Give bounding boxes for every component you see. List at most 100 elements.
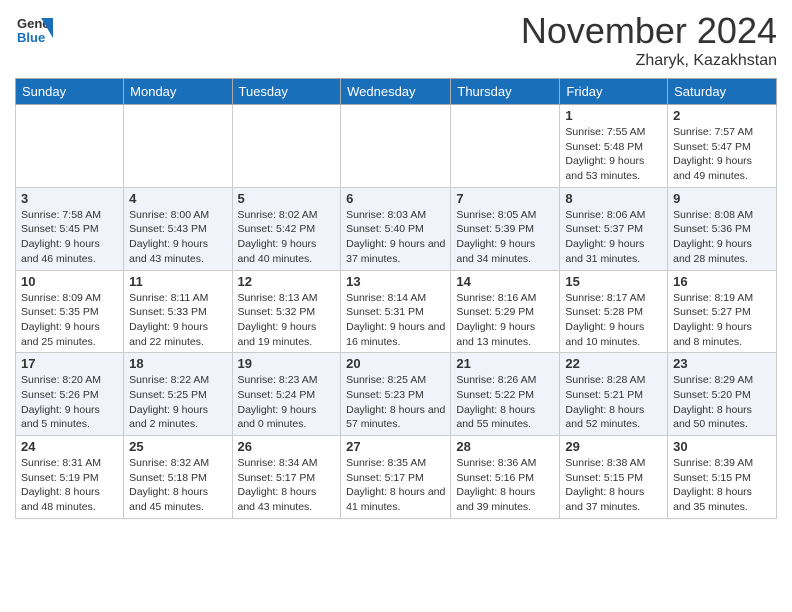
- table-row: [16, 105, 124, 188]
- day-info: Sunrise: 8:23 AM Sunset: 5:24 PM Dayligh…: [238, 373, 336, 432]
- calendar-week-row: 10 Sunrise: 8:09 AM Sunset: 5:35 PM Dayli…: [16, 270, 777, 353]
- table-row: 13 Sunrise: 8:14 AM Sunset: 5:31 PM Dayli…: [341, 270, 451, 353]
- calendar-week-row: 24 Sunrise: 8:31 AM Sunset: 5:19 PM Dayli…: [16, 436, 777, 519]
- table-row: 6Sunrise: 8:03 AM Sunset: 5:40 PM Daylig…: [341, 187, 451, 270]
- day-info: Sunrise: 8:31 AM Sunset: 5:19 PM Dayligh…: [21, 456, 118, 515]
- calendar-week-row: 3 Sunrise: 7:58 AM Sunset: 5:45 PM Daylig…: [16, 187, 777, 270]
- day-info: Sunrise: 8:11 AM Sunset: 5:33 PM Dayligh…: [129, 291, 226, 350]
- svg-text:Blue: Blue: [17, 30, 45, 45]
- table-row: 3 Sunrise: 7:58 AM Sunset: 5:45 PM Daylig…: [16, 187, 124, 270]
- day-number: 14: [456, 274, 554, 289]
- calendar-week-row: 1Sunrise: 7:55 AM Sunset: 5:48 PM Daylig…: [16, 105, 777, 188]
- day-info: Sunrise: 8:02 AM Sunset: 5:42 PM Dayligh…: [238, 208, 336, 267]
- table-row: [451, 105, 560, 188]
- day-info: Sunrise: 8:29 AM Sunset: 5:20 PM Dayligh…: [673, 373, 771, 432]
- table-row: 26Sunrise: 8:34 AM Sunset: 5:17 PM Dayli…: [232, 436, 341, 519]
- table-row: 11 Sunrise: 8:11 AM Sunset: 5:33 PM Dayli…: [124, 270, 232, 353]
- day-info: Sunrise: 8:32 AM Sunset: 5:18 PM Dayligh…: [129, 456, 226, 515]
- day-info: Sunrise: 8:17 AM Sunset: 5:28 PM Dayligh…: [565, 291, 662, 350]
- day-info: Sunrise: 8:08 AM Sunset: 5:36 PM Dayligh…: [673, 208, 771, 267]
- day-number: 22: [565, 356, 662, 371]
- day-number: 17: [21, 356, 118, 371]
- table-row: 7Sunrise: 8:05 AM Sunset: 5:39 PM Daylig…: [451, 187, 560, 270]
- day-info: Sunrise: 8:19 AM Sunset: 5:27 PM Dayligh…: [673, 291, 771, 350]
- day-info: Sunrise: 8:03 AM Sunset: 5:40 PM Dayligh…: [346, 208, 445, 267]
- month-title: November 2024: [521, 10, 777, 52]
- table-row: 8Sunrise: 8:06 AM Sunset: 5:37 PM Daylig…: [560, 187, 668, 270]
- table-row: 24 Sunrise: 8:31 AM Sunset: 5:19 PM Dayli…: [16, 436, 124, 519]
- table-row: 22 Sunrise: 8:28 AM Sunset: 5:21 PM Dayli…: [560, 353, 668, 436]
- day-info: Sunrise: 8:34 AM Sunset: 5:17 PM Dayligh…: [238, 456, 336, 515]
- day-number: 11: [129, 274, 226, 289]
- day-info: Sunrise: 8:38 AM Sunset: 5:15 PM Dayligh…: [565, 456, 662, 515]
- day-info: Sunrise: 7:58 AM Sunset: 5:45 PM Dayligh…: [21, 208, 118, 267]
- table-row: 28Sunrise: 8:36 AM Sunset: 5:16 PM Dayli…: [451, 436, 560, 519]
- logo-icon: General Blue: [15, 10, 53, 53]
- day-info: Sunrise: 8:16 AM Sunset: 5:29 PM Dayligh…: [456, 291, 554, 350]
- day-number: 18: [129, 356, 226, 371]
- col-saturday: Saturday: [668, 79, 777, 105]
- table-row: 10 Sunrise: 8:09 AM Sunset: 5:35 PM Dayli…: [16, 270, 124, 353]
- day-number: 4: [129, 191, 226, 206]
- day-number: 29: [565, 439, 662, 454]
- day-number: 12: [238, 274, 336, 289]
- day-number: 23: [673, 356, 771, 371]
- day-info: Sunrise: 8:00 AM Sunset: 5:43 PM Dayligh…: [129, 208, 226, 267]
- calendar-week-row: 17 Sunrise: 8:20 AM Sunset: 5:26 PM Dayli…: [16, 353, 777, 436]
- page: General Blue November 2024 Zharyk, Kazak…: [0, 0, 792, 529]
- title-section: November 2024 Zharyk, Kazakhstan: [521, 10, 777, 70]
- day-number: 24: [21, 439, 118, 454]
- table-row: 17 Sunrise: 8:20 AM Sunset: 5:26 PM Dayli…: [16, 353, 124, 436]
- col-thursday: Thursday: [451, 79, 560, 105]
- day-number: 30: [673, 439, 771, 454]
- day-info: Sunrise: 8:20 AM Sunset: 5:26 PM Dayligh…: [21, 373, 118, 432]
- day-number: 28: [456, 439, 554, 454]
- table-row: 29 Sunrise: 8:38 AM Sunset: 5:15 PM Dayli…: [560, 436, 668, 519]
- day-number: 7: [456, 191, 554, 206]
- location: Zharyk, Kazakhstan: [521, 52, 777, 70]
- day-info: Sunrise: 8:14 AM Sunset: 5:31 PM Dayligh…: [346, 291, 445, 350]
- header: General Blue November 2024 Zharyk, Kazak…: [15, 10, 777, 70]
- day-number: 9: [673, 191, 771, 206]
- table-row: 27 Sunrise: 8:35 AM Sunset: 5:17 PM Dayli…: [341, 436, 451, 519]
- calendar-header-row: Sunday Monday Tuesday Wednesday Thursday…: [16, 79, 777, 105]
- day-number: 25: [129, 439, 226, 454]
- logo: General Blue: [15, 10, 57, 53]
- table-row: 15 Sunrise: 8:17 AM Sunset: 5:28 PM Dayli…: [560, 270, 668, 353]
- table-row: 18Sunrise: 8:22 AM Sunset: 5:25 PM Dayli…: [124, 353, 232, 436]
- day-info: Sunrise: 8:35 AM Sunset: 5:17 PM Dayligh…: [346, 456, 445, 515]
- day-number: 13: [346, 274, 445, 289]
- col-monday: Monday: [124, 79, 232, 105]
- table-row: 14 Sunrise: 8:16 AM Sunset: 5:29 PM Dayli…: [451, 270, 560, 353]
- table-row: [341, 105, 451, 188]
- table-row: [232, 105, 341, 188]
- day-number: 10: [21, 274, 118, 289]
- table-row: 21Sunrise: 8:26 AM Sunset: 5:22 PM Dayli…: [451, 353, 560, 436]
- day-info: Sunrise: 8:39 AM Sunset: 5:15 PM Dayligh…: [673, 456, 771, 515]
- table-row: 25 Sunrise: 8:32 AM Sunset: 5:18 PM Dayli…: [124, 436, 232, 519]
- table-row: 23 Sunrise: 8:29 AM Sunset: 5:20 PM Dayli…: [668, 353, 777, 436]
- day-number: 3: [21, 191, 118, 206]
- table-row: 5 Sunrise: 8:02 AM Sunset: 5:42 PM Daylig…: [232, 187, 341, 270]
- day-number: 21: [456, 356, 554, 371]
- table-row: 2Sunrise: 7:57 AM Sunset: 5:47 PM Daylig…: [668, 105, 777, 188]
- day-number: 16: [673, 274, 771, 289]
- day-info: Sunrise: 8:28 AM Sunset: 5:21 PM Dayligh…: [565, 373, 662, 432]
- calendar-table: Sunday Monday Tuesday Wednesday Thursday…: [15, 78, 777, 519]
- table-row: 30 Sunrise: 8:39 AM Sunset: 5:15 PM Dayli…: [668, 436, 777, 519]
- table-row: 9 Sunrise: 8:08 AM Sunset: 5:36 PM Daylig…: [668, 187, 777, 270]
- col-wednesday: Wednesday: [341, 79, 451, 105]
- table-row: 12 Sunrise: 8:13 AM Sunset: 5:32 PM Dayli…: [232, 270, 341, 353]
- table-row: 1Sunrise: 7:55 AM Sunset: 5:48 PM Daylig…: [560, 105, 668, 188]
- col-sunday: Sunday: [16, 79, 124, 105]
- day-number: 19: [238, 356, 336, 371]
- table-row: 16 Sunrise: 8:19 AM Sunset: 5:27 PM Dayli…: [668, 270, 777, 353]
- day-number: 15: [565, 274, 662, 289]
- day-number: 5: [238, 191, 336, 206]
- day-number: 27: [346, 439, 445, 454]
- day-info: Sunrise: 8:09 AM Sunset: 5:35 PM Dayligh…: [21, 291, 118, 350]
- day-info: Sunrise: 8:06 AM Sunset: 5:37 PM Dayligh…: [565, 208, 662, 267]
- day-info: Sunrise: 7:57 AM Sunset: 5:47 PM Dayligh…: [673, 125, 771, 184]
- day-info: Sunrise: 8:13 AM Sunset: 5:32 PM Dayligh…: [238, 291, 336, 350]
- table-row: 19 Sunrise: 8:23 AM Sunset: 5:24 PM Dayli…: [232, 353, 341, 436]
